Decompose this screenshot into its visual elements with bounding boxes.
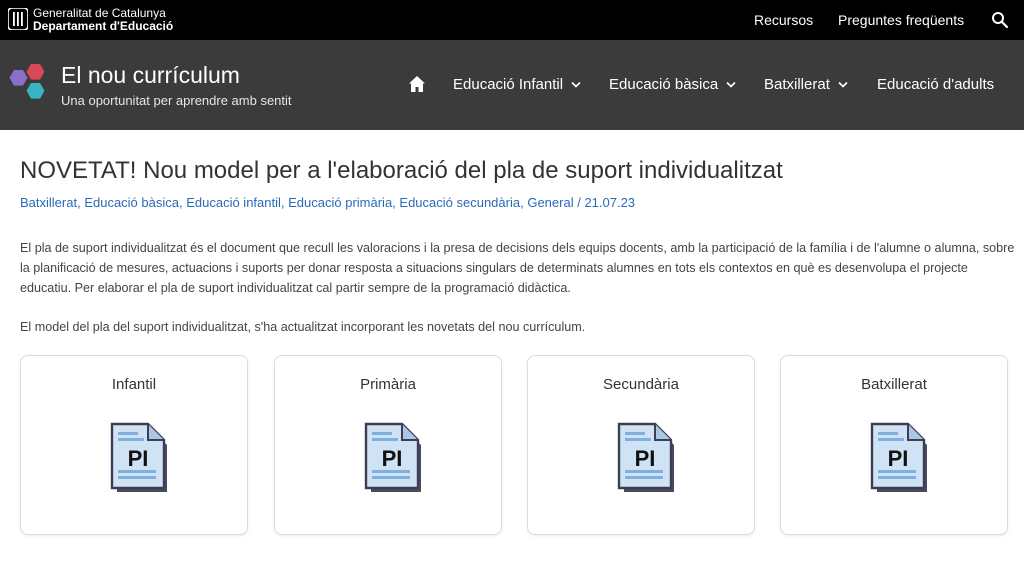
post-paragraph-1: El pla de suport individualitzat és el d… xyxy=(20,241,1015,295)
icon-label: PI xyxy=(635,446,656,471)
category-link[interactable]: Educació secundària xyxy=(399,195,520,210)
card-secundaria[interactable]: Secundària PI xyxy=(527,355,755,535)
pi-document-icon[interactable]: PI xyxy=(108,422,170,496)
site-header: El nou currículum Una oportunitat per ap… xyxy=(0,40,1024,130)
site-tagline: Una oportunitat per aprendre amb sentit xyxy=(61,93,292,108)
search-icon[interactable] xyxy=(991,11,1009,29)
home-icon[interactable] xyxy=(408,75,426,93)
pi-document-icon[interactable]: PI xyxy=(362,422,424,496)
card-primaria[interactable]: Primària PI xyxy=(274,355,502,535)
icon-label: PI xyxy=(888,446,909,471)
post-date: 21.07.23 xyxy=(584,195,636,210)
card-infantil[interactable]: Infantil PI xyxy=(20,355,248,535)
org-line2: Departament d'Educació xyxy=(33,19,174,33)
nav-label: Educació Infantil xyxy=(453,76,564,93)
nav-educacio-infantil[interactable]: Educació Infantil xyxy=(453,76,581,93)
pi-document-icon[interactable]: PI xyxy=(615,422,677,496)
category-link[interactable]: Educació bàsica xyxy=(84,195,179,210)
card-batxillerat[interactable]: Batxillerat PI xyxy=(780,355,1008,535)
post-paragraph-2: El model del pla del suport individualit… xyxy=(20,320,586,334)
icon-label: PI xyxy=(382,446,403,471)
card-title: Infantil xyxy=(111,376,157,393)
top-bar: Generalitat de Catalunya Departament d'E… xyxy=(0,0,1024,40)
gencat-logo-icon[interactable] xyxy=(8,8,28,30)
chevron-down-icon xyxy=(571,81,581,88)
top-link-faq[interactable]: Preguntes freqüents xyxy=(838,12,964,28)
chevron-down-icon xyxy=(726,81,736,88)
nav-label: Educació bàsica xyxy=(609,76,719,93)
post-meta: Batxillerat, Educació bàsica, Educació i… xyxy=(20,195,636,210)
org-name[interactable]: Generalitat de Catalunya Departament d'E… xyxy=(33,7,173,33)
icon-label: PI xyxy=(128,446,149,471)
nav-educacio-adults[interactable]: Educació d'adults xyxy=(877,76,994,93)
nav-label: Educació d'adults xyxy=(877,76,995,93)
nav-label: Batxillerat xyxy=(764,76,830,93)
category-link[interactable]: Educació primària xyxy=(288,195,392,210)
site-title[interactable]: El nou currículum xyxy=(61,62,240,89)
chevron-down-icon xyxy=(838,81,848,88)
post-title: NOVETAT! Nou model per a l'elaboració de… xyxy=(20,157,783,184)
nav-batxillerat[interactable]: Batxillerat xyxy=(764,76,848,93)
category-link[interactable]: Batxillerat xyxy=(20,195,77,210)
card-title: Primària xyxy=(360,376,416,393)
card-title: Secundària xyxy=(603,376,679,393)
category-link[interactable]: General xyxy=(527,195,573,210)
card-title: Batxillerat xyxy=(861,376,927,393)
top-link-recursos[interactable]: Recursos xyxy=(754,12,813,28)
pi-document-icon[interactable]: PI xyxy=(868,422,930,496)
category-link[interactable]: Educació infantil xyxy=(186,195,281,210)
hexagon-logo-icon[interactable] xyxy=(8,64,50,106)
nav-educacio-basica[interactable]: Educació bàsica xyxy=(609,76,736,93)
